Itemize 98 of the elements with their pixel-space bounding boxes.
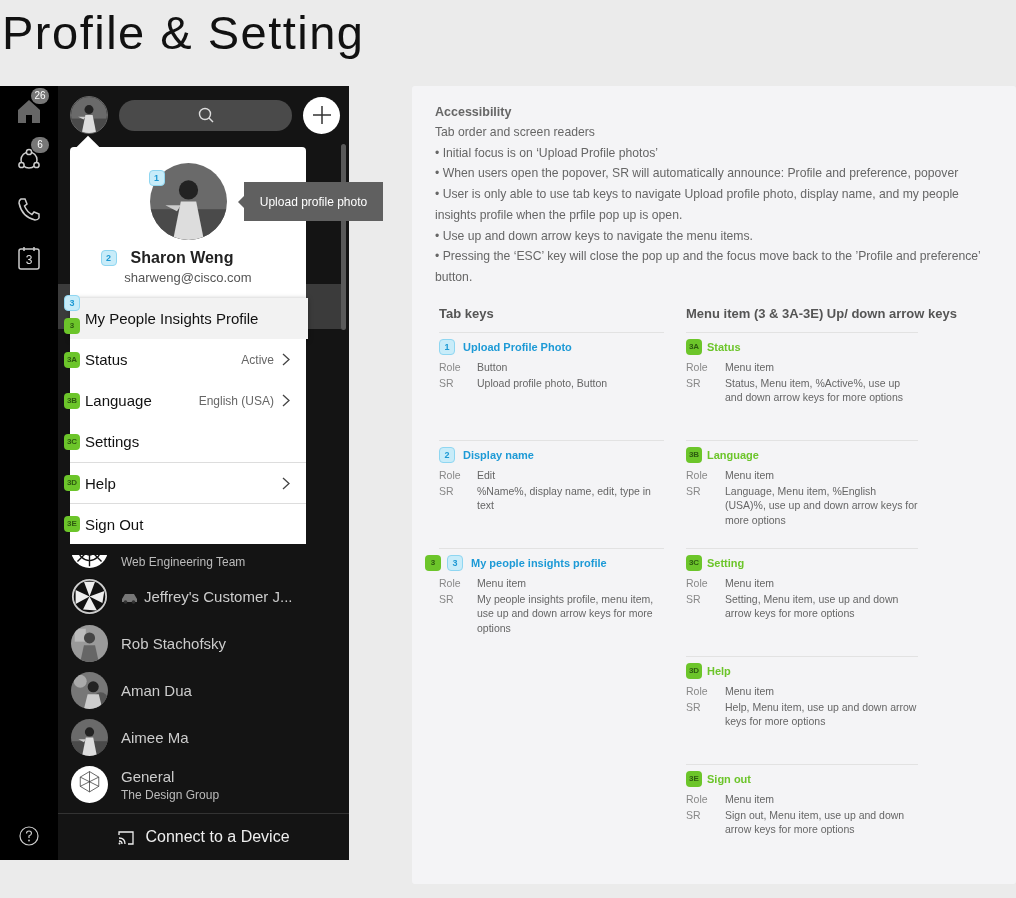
conversation-subtitle: Web Engineering Team xyxy=(121,555,246,569)
plus-icon xyxy=(311,105,332,125)
column-heading: Tab keys xyxy=(439,305,495,323)
entry-title: Upload Profile Photo xyxy=(463,340,572,353)
wheel-icon xyxy=(71,578,108,615)
conversation-title[interactable]: Aimee Ma xyxy=(121,729,189,746)
number-badge: 3D xyxy=(64,474,80,491)
conversation-title[interactable]: Jeffrey's Customer J... xyxy=(144,588,293,605)
chevron-icon xyxy=(282,476,290,490)
field-value: Edit xyxy=(477,467,497,482)
number-badge: 2 xyxy=(100,250,117,266)
number-badge: 3 xyxy=(64,318,80,334)
display-name[interactable]: Sharon Weng xyxy=(130,249,234,267)
phone-icon[interactable] xyxy=(16,196,42,222)
menu-value: Active xyxy=(241,352,274,367)
field-label: Role xyxy=(686,359,709,374)
bullet-text: • When users open the popover, SR will automatically announce: Profile and preference, popover xyxy=(435,165,960,183)
search-field[interactable] xyxy=(119,99,292,131)
search-icon xyxy=(197,107,214,123)
connect-device-button[interactable]: Connect to a Device xyxy=(58,813,349,860)
conversation-title[interactable]: Aman Dua xyxy=(121,682,192,699)
field-label: SR xyxy=(686,483,702,499)
number-badge: 3E xyxy=(686,770,702,787)
page-title: Profile & Setting xyxy=(1,5,366,61)
bullet-text: • Use up and down arrow keys to navigate the menu items. xyxy=(435,227,754,245)
cast-icon xyxy=(117,828,136,846)
field-value: Menu item xyxy=(725,791,776,806)
chevron-icon xyxy=(282,394,290,407)
field-label: Role xyxy=(686,683,709,698)
profile-button[interactable] xyxy=(70,96,108,134)
number-badge: 1 xyxy=(148,170,165,186)
help-icon[interactable] xyxy=(19,826,39,846)
field-value: Menu item xyxy=(477,575,528,590)
field-label: Role xyxy=(686,575,709,590)
number-badge: 3B xyxy=(64,392,80,409)
email-text: sharweng@cisco.com xyxy=(124,270,252,285)
bullet-text: • Initial focus is on ‘Upload Profile photos’ xyxy=(435,144,660,162)
number-badge: 3A xyxy=(64,351,80,368)
number-badge: 3 xyxy=(447,554,463,571)
field-value: My people insights profile, menu item, use up and down arrow keys for more options xyxy=(477,591,655,635)
calendar-icon[interactable]: 3 xyxy=(18,246,40,270)
entry-title: Sign out xyxy=(707,772,751,785)
field-label: SR xyxy=(686,375,702,391)
number-badge: 3D xyxy=(686,662,702,679)
conversation-title[interactable]: Rob Stachofsky xyxy=(121,635,227,652)
entry-title: Help xyxy=(707,664,731,677)
entry-title: Display name xyxy=(463,448,534,461)
design-logo-icon xyxy=(71,766,108,803)
tooltip-arrow xyxy=(238,195,245,209)
column-heading: Menu item (3 & 3A-3E) Up/ down arrow keys xyxy=(686,305,958,323)
conversation-title[interactable]: General xyxy=(121,767,175,785)
count-badge: 26 xyxy=(31,88,49,104)
chevron-icon xyxy=(282,353,290,366)
number-badge: 3C xyxy=(686,554,702,571)
entry-title: Status xyxy=(707,340,741,353)
field-label: Role xyxy=(439,359,462,374)
menu-value: English (USA) xyxy=(198,393,274,408)
conversation-subtitle: The Design Group xyxy=(121,787,220,802)
count-badge: 6 xyxy=(31,137,49,153)
field-value: Menu item xyxy=(725,467,776,482)
number-badge: 3 xyxy=(64,295,80,311)
field-value: Help, Menu item, use up and down arrow keys for more options xyxy=(725,699,918,729)
entry-title: Language xyxy=(707,448,759,461)
field-value: Setting, Menu item, use up and down arrow keys for more options xyxy=(725,591,900,621)
field-label: SR xyxy=(686,807,702,823)
add-button[interactable] xyxy=(303,96,340,134)
number-badge: 3B xyxy=(686,446,702,463)
field-label: SR xyxy=(439,375,455,391)
field-label: Role xyxy=(439,467,462,482)
field-label: SR xyxy=(686,699,702,715)
section-subheading: Tab order and screen readers xyxy=(435,124,596,141)
field-label: Role xyxy=(686,791,709,806)
number-badge: 2 xyxy=(439,446,455,463)
field-value: Menu item xyxy=(725,575,776,590)
field-value: Menu item xyxy=(725,683,776,698)
field-value: Language, Menu item, %English (USA)%, use up and down arrow keys for more options xyxy=(725,483,918,527)
number-badge: 3A xyxy=(686,338,702,355)
field-value: Sign out, Menu item, use up and down arrow keys for more options xyxy=(725,807,906,837)
number-badge: 3E xyxy=(64,515,80,532)
section-heading: Accessibility xyxy=(435,104,513,121)
field-label: SR xyxy=(686,591,702,607)
field-value: Status, Menu item, %Active%, use up and down arrow keys for more options xyxy=(725,375,904,405)
entry-title: Setting xyxy=(707,556,745,569)
field-value: %Name%, display name, edit, type in text xyxy=(477,483,652,513)
field-label: Role xyxy=(686,467,709,482)
entry-title: My people insights profile xyxy=(471,556,607,569)
field-label: Role xyxy=(439,575,462,590)
bullet-text: • Pressing the ‘ESC’ key will close the pop up and the focus move back to the ’Profile and preference’ button. xyxy=(435,248,982,286)
field-value: Button xyxy=(477,359,509,374)
field-label: SR xyxy=(439,591,455,607)
number-badge: 3C xyxy=(64,433,80,450)
number-badge: 1 xyxy=(439,338,455,355)
field-value: Menu item xyxy=(725,359,776,374)
number-badge: 3 xyxy=(425,554,441,571)
field-value: Upload profile photo, Button xyxy=(477,375,609,391)
field-label: SR xyxy=(439,483,455,499)
home-icon[interactable] xyxy=(16,98,42,124)
bullet-text: • User is only able to use tab keys to navigate Upload profile photo, display name, and my people insights profile when the prfile pop up is open. xyxy=(435,186,960,224)
